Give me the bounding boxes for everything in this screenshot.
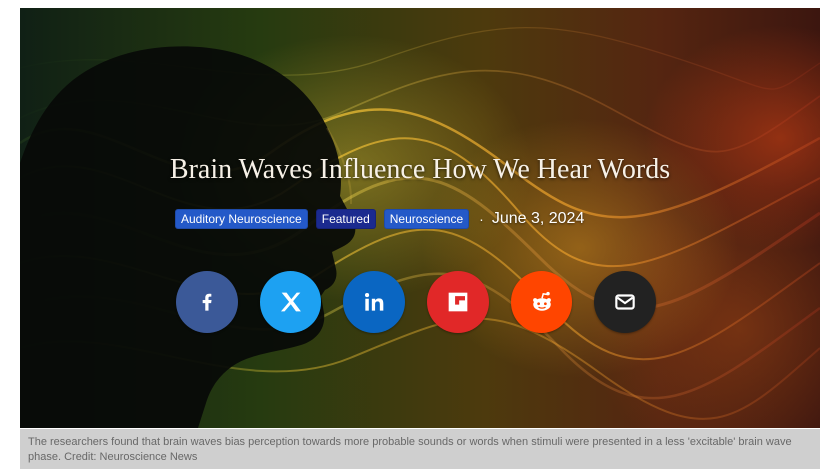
meta-separator: · xyxy=(479,211,484,227)
article-title: Brain Waves Influence How We Hear Words xyxy=(169,154,671,185)
reddit-share-button[interactable] xyxy=(510,271,573,333)
publish-date: June 3, 2024 xyxy=(491,210,585,227)
linkedin-icon xyxy=(365,293,384,311)
article-header-page: Brain Waves Influence How We Hear Words … xyxy=(0,0,828,469)
facebook-icon xyxy=(202,293,212,311)
share-buttons xyxy=(176,270,657,334)
tag-featured[interactable]: Featured xyxy=(315,209,376,229)
image-caption: The researchers found that brain waves b… xyxy=(20,429,820,469)
article-meta: Auditory Neuroscience Featured Neuroscie… xyxy=(175,207,584,231)
email-icon xyxy=(615,294,635,310)
flipboard-share-button[interactable] xyxy=(427,271,489,333)
facebook-share-button[interactable] xyxy=(176,271,238,333)
x-icon xyxy=(280,292,301,312)
flipboard-icon xyxy=(448,292,468,312)
x-share-button[interactable] xyxy=(259,271,322,333)
tag-auditory-neuroscience[interactable]: Auditory Neuroscience xyxy=(175,209,308,229)
reddit-icon xyxy=(532,291,551,311)
email-share-button[interactable] xyxy=(594,271,657,333)
tag-neuroscience[interactable]: Neuroscience xyxy=(383,209,470,229)
hero-image: Brain Waves Influence How We Hear Words … xyxy=(20,8,820,428)
linkedin-share-button[interactable] xyxy=(343,271,406,333)
